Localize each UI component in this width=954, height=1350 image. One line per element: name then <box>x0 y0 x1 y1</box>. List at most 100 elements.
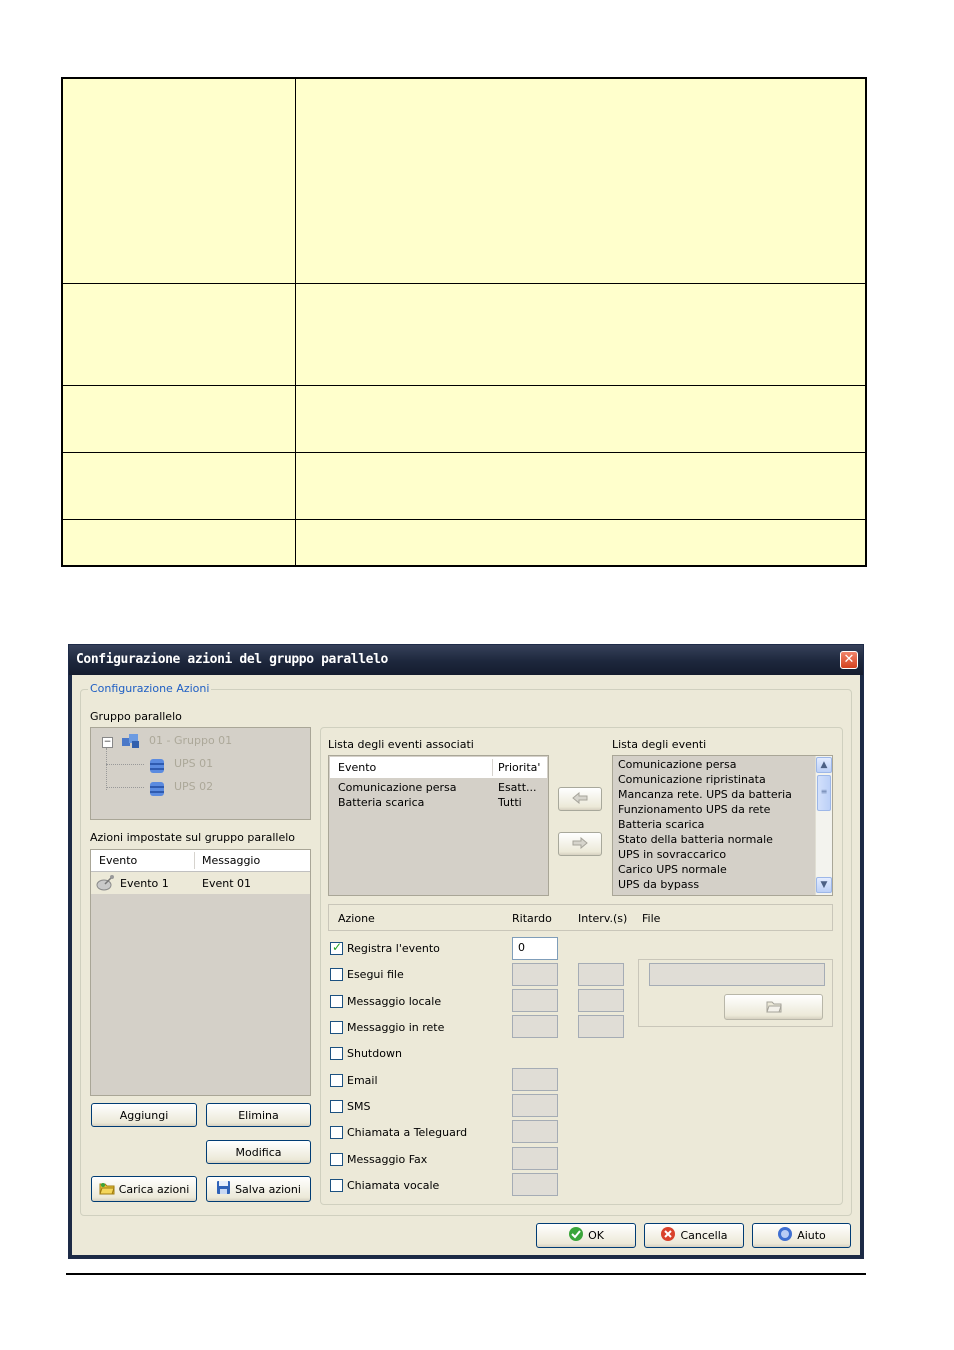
column-divider <box>492 759 493 776</box>
event-list-item[interactable]: UPS in sovraccarico <box>618 848 726 861</box>
checkbox-teleguard[interactable] <box>330 1126 343 1139</box>
chevron-up-icon[interactable]: ▲ <box>816 757 832 773</box>
folder-open-icon <box>98 1181 115 1198</box>
label-shutdown: Shutdown <box>347 1047 402 1060</box>
ritardo-messaggio-rete[interactable] <box>512 1015 558 1038</box>
events-scrollbar[interactable]: ▲ ≡ ▼ <box>815 756 832 895</box>
floppy-disk-icon <box>216 1180 231 1198</box>
table-row-divider <box>63 385 865 386</box>
file-path-field[interactable] <box>649 963 825 986</box>
ups-icon <box>148 757 166 778</box>
event-list-item[interactable]: Carico UPS normale <box>618 863 727 876</box>
checkbox-messaggio-rete[interactable] <box>330 1021 343 1034</box>
title-bar[interactable]: Configurazione azioni del gruppo paralle… <box>69 645 863 675</box>
dialog-client: Configurazione Azioni Gruppo parallelo −… <box>72 675 860 1255</box>
col-ritardo: Ritardo <box>512 912 552 925</box>
browse-file-button[interactable] <box>724 994 823 1020</box>
label-fax: Messaggio Fax <box>347 1153 428 1166</box>
event-list-item[interactable]: Mancanza rete. UPS da batteria <box>618 788 792 801</box>
ritardo-registra-evento[interactable]: 0 <box>512 937 558 960</box>
checkbox-sms[interactable] <box>330 1100 343 1113</box>
event-list-item[interactable]: Batteria scarica <box>618 818 704 831</box>
ok-label: OK <box>588 1229 604 1242</box>
events-label: Lista degli eventi <box>612 738 707 751</box>
window-title: Configurazione azioni del gruppo paralle… <box>76 652 388 667</box>
collapse-toggle[interactable]: − <box>102 737 113 748</box>
scroll-thumb[interactable]: ≡ <box>817 775 831 811</box>
assoc-row-priorita[interactable]: Tutti <box>498 796 522 809</box>
ritardo-sms[interactable] <box>512 1094 558 1117</box>
add-button-label: Aggiungi <box>119 1108 169 1122</box>
ritardo-messaggio-locale[interactable] <box>512 989 558 1012</box>
chevron-down-icon[interactable]: ▼ <box>816 877 832 893</box>
checkbox-shutdown[interactable] <box>330 1047 343 1060</box>
close-button[interactable]: ✕ <box>840 651 858 669</box>
ritardo-email[interactable] <box>512 1068 558 1091</box>
interv-messaggio-rete[interactable] <box>578 1015 624 1038</box>
event-list-item[interactable]: Comunicazione persa <box>618 758 736 771</box>
delete-button[interactable]: Elimina <box>206 1103 311 1127</box>
load-actions-button[interactable]: Carica azioni <box>91 1176 197 1202</box>
checkbox-registra-evento[interactable]: ✓ <box>330 940 343 955</box>
help-label: Aiuto <box>797 1229 826 1242</box>
ritardo-teleguard[interactable] <box>512 1120 558 1143</box>
column-divider <box>194 852 195 869</box>
event-list-item[interactable]: Comunicazione ripristinata <box>618 773 766 786</box>
page-footer-rule <box>66 1273 866 1275</box>
event-list-item[interactable]: UPS da bypass <box>618 878 699 891</box>
help-button[interactable]: Aiuto <box>752 1223 851 1248</box>
remove-event-button[interactable] <box>558 832 602 856</box>
tree-child-ups01[interactable]: UPS 01 <box>174 757 213 770</box>
arrow-left-icon <box>572 791 588 807</box>
ritardo-esegui-file[interactable] <box>512 963 558 986</box>
row-messaggio: Event 01 <box>202 877 252 890</box>
label-esegui-file: Esegui file <box>347 968 404 981</box>
tree-connector <box>106 748 107 790</box>
checkbox-messaggio-locale[interactable] <box>330 995 343 1008</box>
table-row[interactable]: Evento 1 Event 01 <box>91 872 310 894</box>
events-list[interactable]: Comunicazione persa Comunicazione riprist… <box>612 755 833 896</box>
cancel-circle-icon <box>660 1226 676 1245</box>
assoc-row-priorita[interactable]: Esatt... <box>498 781 537 794</box>
action-table-header: Azione Ritardo Interv.(s) File <box>328 904 833 931</box>
col-interv: Interv.(s) <box>578 912 628 925</box>
check-icon: ✓ <box>332 940 343 954</box>
tree-root-label[interactable]: 01 - Gruppo 01 <box>149 734 232 747</box>
modify-button[interactable]: Modifica <box>206 1140 311 1164</box>
event-list-item[interactable]: Funzionamento UPS da rete <box>618 803 770 816</box>
add-event-button[interactable] <box>558 787 602 811</box>
group-tree[interactable]: − 01 - Gruppo 01 UPS 01 UPS 02 <box>90 727 311 820</box>
interv-esegui-file[interactable] <box>578 963 624 986</box>
col-evento[interactable]: Evento <box>338 761 376 774</box>
checkbox-fax[interactable] <box>330 1153 343 1166</box>
cancel-label: Cancella <box>680 1229 728 1242</box>
assoc-events-list[interactable]: Evento Priorita' Comunicazione persa Esa… <box>328 755 549 896</box>
save-actions-button[interactable]: Salva azioni <box>206 1176 311 1202</box>
ritardo-chiamata-vocale[interactable] <box>512 1173 558 1196</box>
event-list-item[interactable]: Stato della batteria normale <box>618 833 773 846</box>
col-evento[interactable]: Evento <box>99 854 137 867</box>
file-panel <box>638 959 833 1027</box>
actions-list[interactable]: Evento Messaggio Evento 1 Event 01 <box>90 849 311 1096</box>
assoc-row-evento[interactable]: Batteria scarica <box>338 796 424 809</box>
load-actions-label: Carica azioni <box>118 1182 190 1196</box>
help-circle-icon <box>777 1226 793 1245</box>
ritardo-fax[interactable] <box>512 1147 558 1170</box>
interv-messaggio-locale[interactable] <box>578 989 624 1012</box>
add-button[interactable]: Aggiungi <box>91 1103 197 1127</box>
group-icon <box>121 733 141 752</box>
actions-list-label: Azioni impostate sul gruppo parallelo <box>90 831 296 844</box>
tree-child-ups02[interactable]: UPS 02 <box>174 780 213 793</box>
satellite-icon <box>96 874 116 895</box>
cancel-button[interactable]: Cancella <box>644 1223 744 1248</box>
label-sms: SMS <box>347 1100 371 1113</box>
checkbox-esegui-file[interactable] <box>330 968 343 981</box>
col-messaggio[interactable]: Messaggio <box>202 854 260 867</box>
ok-button[interactable]: OK <box>536 1223 636 1248</box>
checkbox-chiamata-vocale[interactable] <box>330 1179 343 1192</box>
checkbox-email[interactable] <box>330 1074 343 1087</box>
assoc-row-evento[interactable]: Comunicazione persa <box>338 781 456 794</box>
col-priorita[interactable]: Priorita' <box>498 761 540 774</box>
label-email: Email <box>347 1074 378 1087</box>
label-messaggio-locale: Messaggio locale <box>347 995 442 1008</box>
